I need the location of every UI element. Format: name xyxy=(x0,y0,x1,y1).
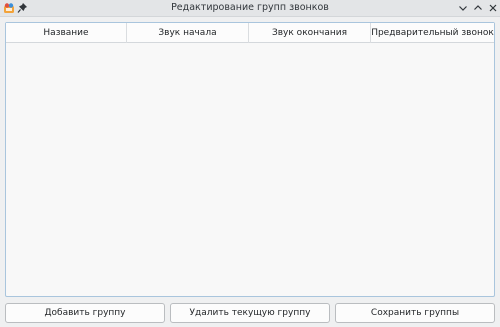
groups-table[interactable]: Название Звук начала Звук окончания Пред… xyxy=(5,22,495,297)
window-title: Редактирование групп звонков xyxy=(171,2,329,13)
title-bar[interactable]: Редактирование групп звонков xyxy=(0,0,500,17)
table-header: Название Звук начала Звук окончания Пред… xyxy=(6,23,494,43)
minimize-icon[interactable] xyxy=(457,2,469,14)
maximize-icon[interactable] xyxy=(472,2,484,14)
save-groups-button[interactable]: Сохранить группы xyxy=(335,303,495,323)
main-window: Редактирование групп звонков Название Зв… xyxy=(0,0,500,327)
column-header-name[interactable]: Название xyxy=(6,23,127,43)
column-header-pre-bell[interactable]: Предварительный звонок xyxy=(371,23,494,43)
close-icon[interactable] xyxy=(487,2,499,14)
column-header-end-sound[interactable]: Звук окончания xyxy=(249,23,371,43)
add-group-button[interactable]: Добавить группу xyxy=(5,303,165,323)
column-header-start-sound[interactable]: Звук начала xyxy=(127,23,249,43)
table-body[interactable] xyxy=(6,43,494,296)
delete-group-button[interactable]: Удалить текущую группу xyxy=(170,303,330,323)
